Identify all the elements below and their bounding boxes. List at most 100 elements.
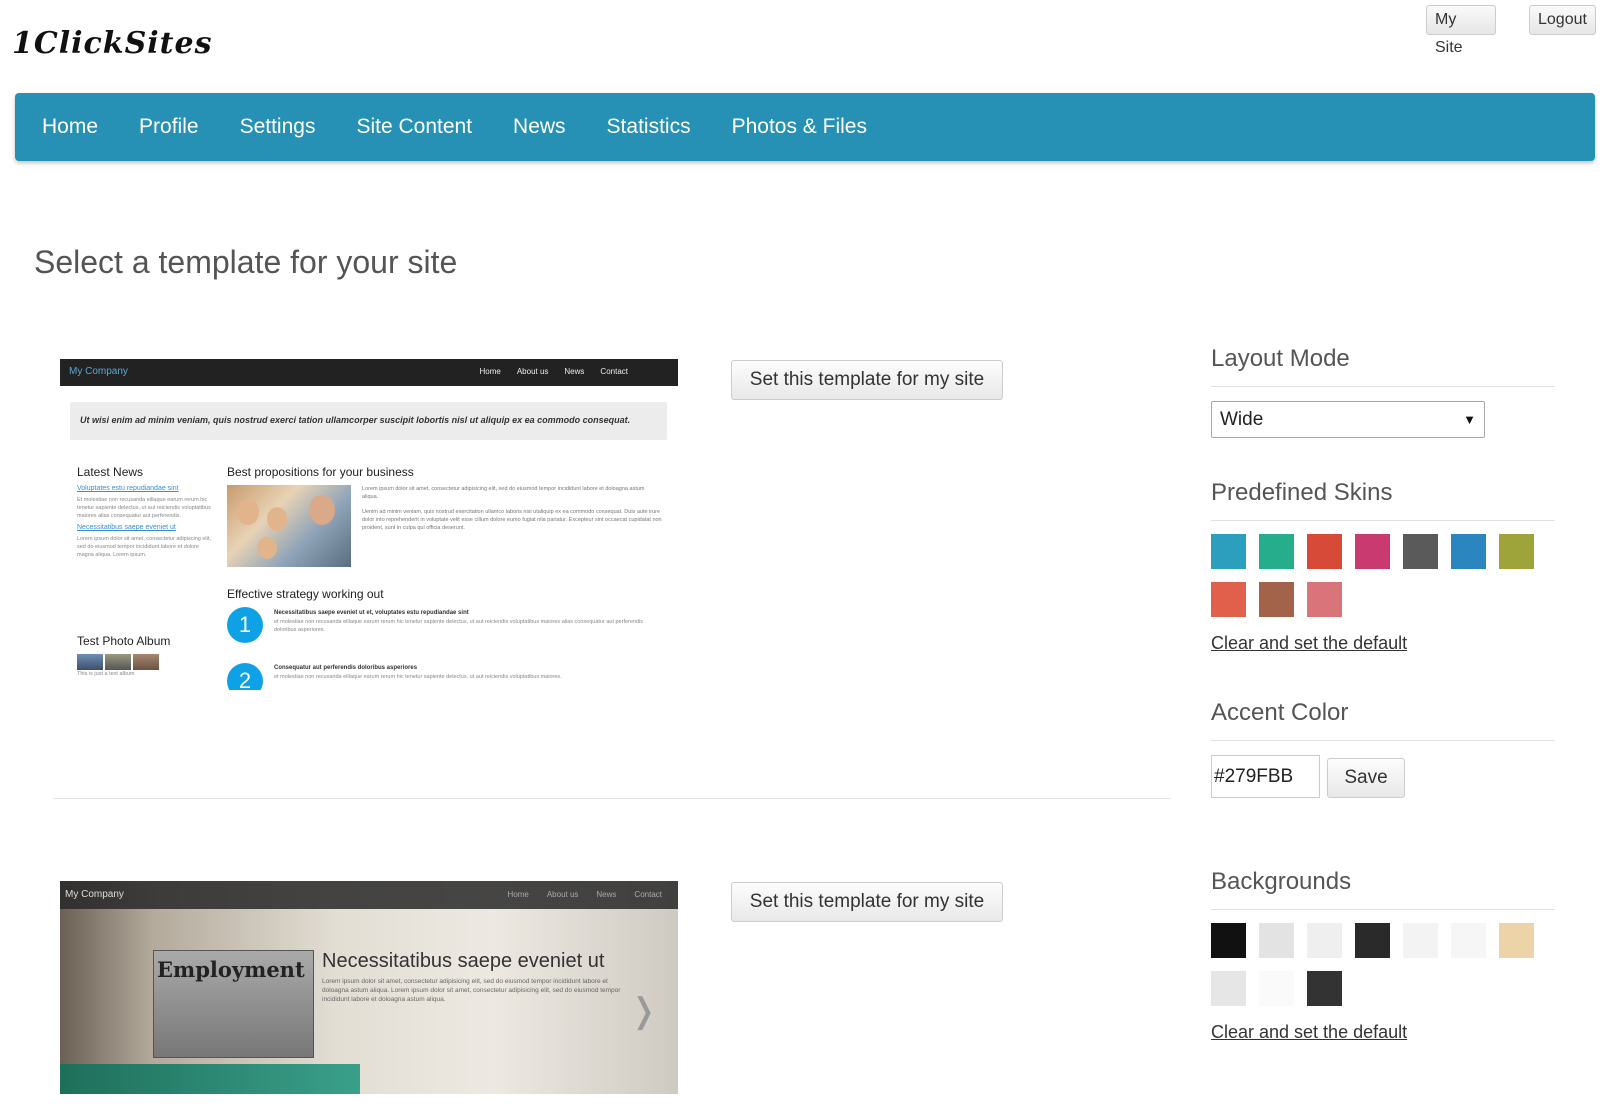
template-preview-1[interactable]: My Company Home About us News Contact Ut… (60, 359, 678, 690)
preview-news-text: Lorem ipsum dolor sit amet, consectetur … (77, 536, 211, 558)
chevron-right-icon: ❭ (629, 992, 659, 1030)
preview-menu: Home About us News Contact (507, 890, 662, 899)
album-thumb (77, 654, 103, 670)
preview-album-caption: This is just a test album (77, 671, 135, 677)
preview-news-text: Et molestiae non recusanda eillaque earu… (77, 497, 211, 519)
set-template-button-1[interactable]: Set this template for my site (731, 360, 1003, 400)
background-swatch[interactable] (1211, 971, 1246, 1006)
preview-hero-accent (60, 1064, 360, 1094)
preview-main: Best propositions for your business Lore… (227, 465, 667, 690)
backgrounds-title: Backgrounds (1211, 868, 1352, 895)
skin-swatch[interactable] (1403, 534, 1438, 569)
background-swatch[interactable] (1307, 971, 1342, 1006)
set-template-button-2[interactable]: Set this template for my site (731, 882, 1003, 922)
skin-swatch[interactable] (1307, 534, 1342, 569)
page: 1ClickSites My Site Logout Home Profile … (0, 0, 1610, 1104)
save-accent-button[interactable]: Save (1327, 758, 1405, 798)
step-title-1: Necessitatibus saepe eveniet ut et, volu… (274, 610, 469, 616)
preview-album-title: Test Photo Album (77, 634, 171, 648)
preview-album-thumbs (77, 654, 170, 670)
background-swatch[interactable] (1451, 923, 1486, 958)
album-thumb (105, 654, 131, 670)
my-site-button[interactable]: My Site (1426, 5, 1496, 56)
preview-menu-item: Contact (634, 890, 662, 899)
face-shape (237, 499, 259, 525)
nav-site-content[interactable]: Site Content (356, 115, 472, 139)
skin-swatch[interactable] (1259, 582, 1294, 617)
logout-button[interactable]: Logout (1529, 5, 1596, 35)
preview-menu-item: News (564, 367, 585, 376)
section-rule (1211, 386, 1555, 387)
template-divider (54, 798, 1170, 799)
clear-skin-link[interactable]: Clear and set the default (1211, 633, 1407, 654)
preview-menu: Home About us News Contact (479, 367, 628, 376)
layout-mode-value: Wide (1220, 409, 1264, 430)
preview-section-title-2: Effective strategy working out (227, 587, 384, 601)
section-rule (1211, 740, 1555, 741)
skin-swatch[interactable] (1307, 582, 1342, 617)
accent-color-input[interactable]: #279FBB (1211, 755, 1320, 798)
preview-menu-item: Home (507, 890, 529, 899)
template-preview-2[interactable]: My Company Home About us News Contact Em… (60, 881, 678, 1094)
preview-slide-heading: Necessitatibus saepe eveniet ut (322, 950, 605, 972)
background-swatch[interactable] (1403, 923, 1438, 958)
preview-sidebar: Latest News Voluptates estu repudiandae … (77, 465, 217, 559)
background-swatch[interactable] (1259, 971, 1294, 1006)
preview-newspaper-image: Employment (153, 950, 314, 1058)
preview-brand: My Company (65, 889, 124, 900)
face-shape (309, 495, 335, 525)
face-shape (267, 507, 287, 531)
nav-photos-files[interactable]: Photos & Files (732, 115, 867, 139)
skin-swatch[interactable] (1451, 534, 1486, 569)
preview-brand: My Company (69, 366, 128, 377)
preview-news-link: Voluptates estu repudiandae sint (77, 485, 179, 492)
step-text-1: et molestiae non recusanda eillaque earu… (274, 619, 644, 633)
preview-menu-item: About us (516, 367, 549, 376)
step-title-2: Consequatur aut perferendis doloribus as… (274, 665, 418, 671)
clear-background-link[interactable]: Clear and set the default (1211, 1022, 1407, 1043)
skin-swatch[interactable] (1259, 534, 1294, 569)
preview-latest-news-title: Latest News (77, 465, 144, 479)
layout-mode-select[interactable]: Wide ▼ (1211, 401, 1485, 438)
step-number-1: 1 (227, 607, 263, 643)
skin-swatch[interactable] (1211, 582, 1246, 617)
nav-home[interactable]: Home (42, 115, 98, 139)
preview-news-link: Necessitatibus saepe eveniet ut (77, 524, 176, 531)
layout-mode-title: Layout Mode (1211, 345, 1350, 372)
section-rule (1211, 909, 1555, 910)
background-swatch[interactable] (1499, 923, 1534, 958)
step-text-2: et molestiae non recusanda eillaque earu… (274, 674, 562, 680)
preview-slide-text: Lorem ipsum dolor sit amet, consectetur … (322, 978, 621, 1003)
preview-menu-item: Contact (600, 367, 628, 376)
nav-news[interactable]: News (513, 115, 566, 139)
dropdown-arrow-icon: ▼ (1463, 412, 1476, 427)
predefined-skins-title: Predefined Skins (1211, 479, 1393, 506)
skin-swatch[interactable] (1499, 534, 1534, 569)
preview-paragraph-2: Uenim ad minim veniam, quis nostrud exer… (362, 509, 662, 531)
skin-swatch[interactable] (1355, 534, 1390, 569)
preview-paragraph: Lorem ipsum dolor sit amet, consectetur … (362, 485, 662, 532)
site-logo[interactable]: 1ClickSites (12, 26, 213, 61)
nav-statistics[interactable]: Statistics (607, 115, 691, 139)
nav-settings[interactable]: Settings (240, 115, 316, 139)
background-swatch[interactable] (1211, 923, 1246, 958)
background-swatch[interactable] (1259, 923, 1294, 958)
background-swatch[interactable] (1307, 923, 1342, 958)
preview-navbar: My Company Home About us News Contact (60, 881, 678, 909)
preview-section-title: Best propositions for your business (227, 465, 414, 479)
main-navbar: Home Profile Settings Site Content News … (15, 93, 1595, 161)
preview-paragraph-1: Lorem ipsum dolor sit amet, consectetur … (362, 486, 645, 500)
background-swatch[interactable] (1355, 923, 1390, 958)
album-thumb (133, 654, 159, 670)
preview-navbar: My Company Home About us News Contact (60, 359, 678, 386)
nav-profile[interactable]: Profile (139, 115, 199, 139)
preview-menu-item: News (596, 890, 617, 899)
step-number-2: 2 (227, 663, 263, 690)
section-rule (1211, 520, 1555, 521)
preview-business-photo (227, 485, 351, 567)
preview-menu-item: Home (479, 367, 501, 376)
page-title: Select a template for your site (34, 244, 458, 280)
skin-swatch[interactable] (1211, 534, 1246, 569)
face-shape (257, 537, 277, 559)
newspaper-headline: Employment (157, 957, 305, 982)
